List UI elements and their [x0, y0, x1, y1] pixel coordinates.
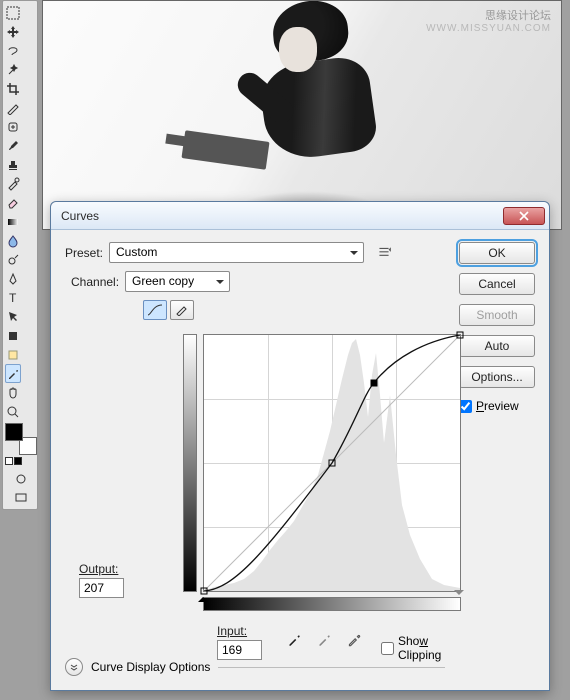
black-point-slider[interactable]: [198, 592, 208, 602]
channel-label: Channel:: [71, 275, 119, 289]
curve-display-toggle[interactable]: [65, 658, 83, 676]
zoom-tool[interactable]: [5, 402, 21, 421]
preset-value: Custom: [116, 245, 157, 259]
path-select-tool[interactable]: [5, 307, 21, 326]
ok-button[interactable]: OK: [459, 242, 535, 264]
mini-swap[interactable]: [5, 457, 35, 465]
gray-eyedropper[interactable]: [313, 629, 335, 651]
output-field[interactable]: [79, 578, 124, 598]
tools-panel: T: [2, 0, 38, 510]
color-swatches[interactable]: [5, 423, 37, 455]
input-gradient: [203, 597, 461, 611]
image-subject: [223, 0, 403, 230]
eraser-tool[interactable]: [5, 193, 21, 212]
slice-tool[interactable]: [5, 98, 21, 117]
document-canvas: 思缘设计论坛 WWW.MISSYUAN.COM: [42, 0, 562, 230]
white-eyedropper[interactable]: [343, 629, 365, 651]
close-button[interactable]: [503, 207, 545, 225]
chevron-down-icon: [69, 662, 79, 672]
curve-point[interactable]: [329, 460, 336, 467]
white-point-slider[interactable]: [454, 590, 464, 600]
wand-tool[interactable]: [5, 60, 21, 79]
stamp-tool[interactable]: [5, 155, 21, 174]
divider: [218, 667, 445, 668]
input-field[interactable]: [217, 640, 262, 660]
foreground-swatch[interactable]: [5, 423, 23, 441]
channel-value: Green copy: [132, 274, 194, 288]
curve-display-options-label: Curve Display Options: [91, 660, 210, 674]
preset-label: Preset:: [65, 246, 103, 260]
gradient-tool[interactable]: [5, 212, 21, 231]
quickmask-toggle[interactable]: [5, 469, 37, 488]
preview-label: Preview: [476, 399, 519, 413]
cancel-button[interactable]: Cancel: [459, 273, 535, 295]
black-eyedropper[interactable]: [283, 629, 305, 651]
input-label: Input:: [217, 624, 262, 638]
notes-tool[interactable]: [5, 345, 21, 364]
curve-graph[interactable]: [203, 334, 461, 592]
close-icon: [519, 211, 529, 221]
marquee-tool[interactable]: [5, 3, 21, 22]
curve-point-selected[interactable]: [370, 380, 377, 387]
curve-pencil-tool[interactable]: [170, 300, 194, 320]
history-brush-tool[interactable]: [5, 174, 21, 193]
lasso-tool[interactable]: [5, 41, 21, 60]
sample-point-tools: [283, 629, 365, 651]
preset-select[interactable]: Custom: [109, 242, 364, 263]
watermark-cn: 思缘设计论坛: [485, 7, 551, 23]
channel-select[interactable]: Green copy: [125, 271, 230, 292]
eyedropper-tool[interactable]: [5, 364, 21, 383]
blur-tool[interactable]: [5, 231, 21, 250]
pen-tool[interactable]: [5, 269, 21, 288]
curve-point-tool[interactable]: [143, 300, 167, 320]
show-clipping-checkbox[interactable]: [381, 642, 394, 655]
watermark-en: WWW.MISSYUAN.COM: [426, 23, 551, 34]
curve-point[interactable]: [457, 332, 464, 339]
dialog-title: Curves: [61, 209, 503, 223]
preset-menu-icon[interactable]: [376, 245, 392, 261]
heal-tool[interactable]: [5, 117, 21, 136]
shape-tool[interactable]: [5, 326, 21, 345]
output-label: Output:: [79, 562, 124, 576]
curves-dialog: Curves OK Cancel Smooth Auto Options... …: [50, 201, 550, 691]
smooth-button[interactable]: Smooth: [459, 304, 535, 326]
svg-text:T: T: [9, 291, 17, 305]
crop-tool[interactable]: [5, 79, 21, 98]
brush-tool[interactable]: [5, 136, 21, 155]
move-tool[interactable]: [5, 22, 21, 41]
screenmode-toggle[interactable]: [5, 488, 37, 507]
options-button[interactable]: Options...: [459, 366, 535, 388]
output-gradient: [183, 334, 197, 592]
dialog-titlebar[interactable]: Curves: [51, 202, 549, 230]
auto-button[interactable]: Auto: [459, 335, 535, 357]
dodge-tool[interactable]: [5, 250, 21, 269]
hand-tool[interactable]: [5, 383, 21, 402]
type-tool[interactable]: T: [5, 288, 21, 307]
